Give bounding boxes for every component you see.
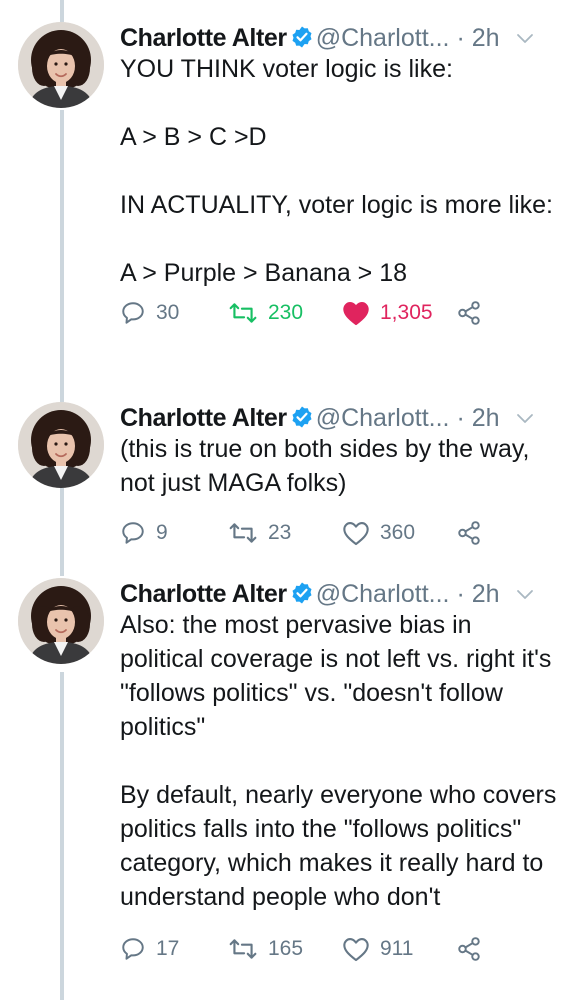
avatar[interactable] (18, 402, 104, 488)
tweet-actions: 17 165 911 (120, 934, 560, 964)
avatar[interactable] (18, 22, 104, 108)
like-count: 911 (380, 937, 414, 960)
verified-badge-icon (290, 25, 314, 49)
thread-line (60, 110, 64, 402)
like-button[interactable]: 911 (342, 934, 413, 964)
reply-count: 17 (156, 937, 180, 960)
retweet-icon (228, 936, 258, 962)
retweet-button[interactable]: 23 (228, 518, 291, 548)
tweet-text: YOU THINK voter logic is like: A > B > C… (120, 55, 554, 287)
reply-count: 30 (156, 301, 180, 324)
share-button[interactable] (456, 298, 482, 328)
verified-badge-icon (290, 405, 314, 429)
author-handle[interactable]: @Charlott... (316, 24, 450, 52)
timestamp[interactable]: 2h (472, 580, 500, 608)
chevron-down-icon[interactable] (516, 578, 534, 608)
verified-badge-icon (290, 581, 314, 605)
separator-dot: · (456, 580, 465, 608)
timestamp[interactable]: 2h (472, 404, 500, 432)
separator-dot: · (456, 24, 465, 52)
chevron-down-icon[interactable] (516, 402, 534, 432)
reply-button[interactable]: 17 (120, 934, 179, 964)
author-name[interactable]: Charlotte Alter (120, 580, 287, 608)
retweet-count: 23 (268, 521, 292, 544)
heart-icon (342, 520, 370, 546)
share-button[interactable] (456, 934, 482, 964)
retweet-count: 165 (268, 937, 304, 960)
share-button[interactable] (456, 518, 482, 548)
heart-icon (342, 300, 370, 326)
author-name[interactable]: Charlotte Alter (120, 404, 287, 432)
tweet-actions: 30 230 1,305 (120, 298, 560, 328)
retweet-icon (228, 300, 258, 326)
tweet-text: Also: the most pervasive bias in politic… (120, 611, 557, 911)
reply-icon (120, 300, 146, 326)
retweet-icon (228, 520, 258, 546)
tweet-header: Charlotte Alter @Charlott... · 2h (120, 402, 560, 432)
thread-line (60, 0, 64, 22)
separator-dot: · (456, 404, 465, 432)
thread-line (60, 672, 64, 1000)
author-handle[interactable]: @Charlott... (316, 404, 450, 432)
tweet-actions: 9 23 360 (120, 518, 560, 548)
retweet-count: 230 (268, 301, 304, 324)
heart-icon (342, 936, 370, 962)
reply-button[interactable]: 9 (120, 518, 168, 548)
tweet-text: (this is true on both sides by the way, … (120, 435, 537, 497)
tweet-header: Charlotte Alter @Charlott... · 2h (120, 22, 560, 52)
reply-count: 9 (156, 521, 168, 544)
share-icon (456, 300, 482, 326)
thread-line (60, 486, 64, 576)
retweet-button[interactable]: 165 (228, 934, 303, 964)
share-icon (456, 936, 482, 962)
reply-button[interactable]: 30 (120, 298, 179, 328)
retweet-button[interactable]: 230 (228, 298, 303, 328)
reply-icon (120, 936, 146, 962)
author-name[interactable]: Charlotte Alter (120, 24, 287, 52)
timestamp[interactable]: 2h (472, 24, 500, 52)
like-count: 1,305 (380, 301, 433, 324)
like-button[interactable]: 1,305 (342, 298, 433, 328)
tweet-header: Charlotte Alter @Charlott... · 2h (120, 578, 560, 608)
like-button[interactable]: 360 (342, 518, 415, 548)
avatar[interactable] (18, 578, 104, 664)
share-icon (456, 520, 482, 546)
like-count: 360 (380, 521, 416, 544)
reply-icon (120, 520, 146, 546)
author-handle[interactable]: @Charlott... (316, 580, 450, 608)
chevron-down-icon[interactable] (516, 22, 534, 52)
